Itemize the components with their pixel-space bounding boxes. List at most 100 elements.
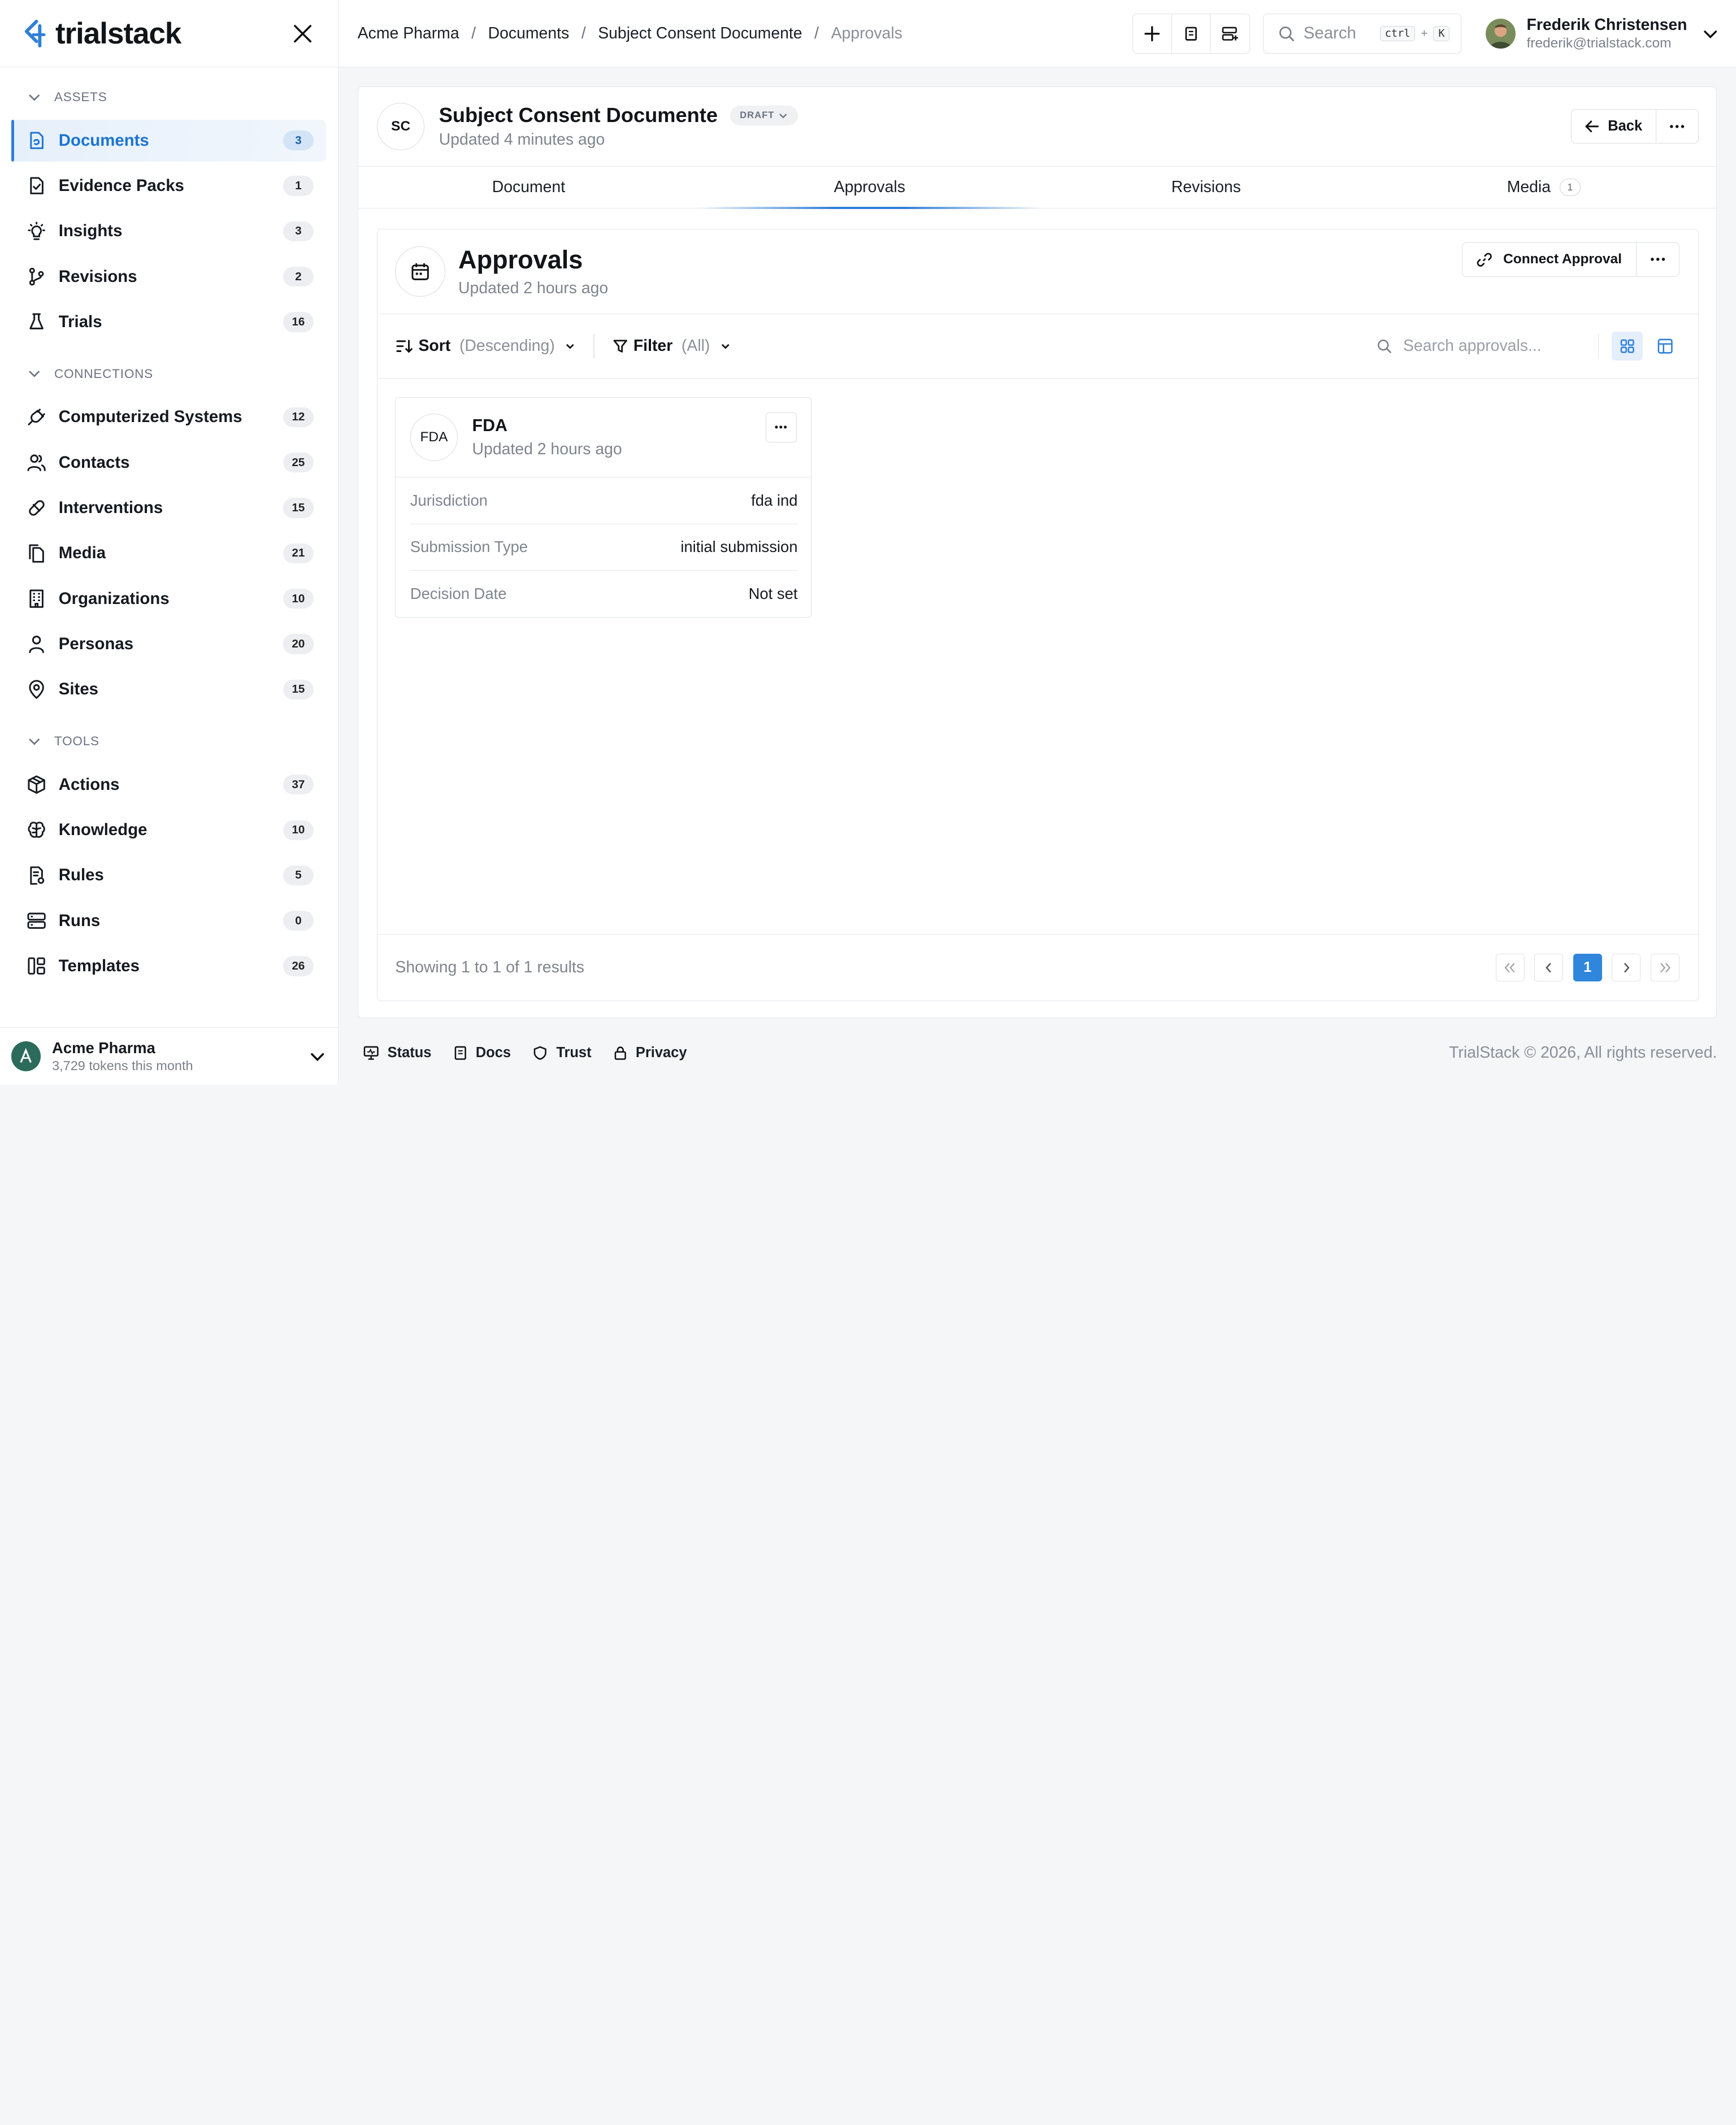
section-toggle-connections[interactable]: CONNECTIONS	[12, 352, 326, 396]
notes-button[interactable]	[1172, 14, 1211, 53]
document-tabs: Document Approvals Revisions Media 1	[358, 167, 1717, 210]
user-menu[interactable]: Frederik Christensen frederik@trialstack…	[1486, 16, 1718, 51]
logo[interactable]: trialstack	[22, 16, 181, 51]
sort-dropdown[interactable]: Sort (Descending)	[396, 337, 576, 355]
status-link[interactable]: Status	[363, 1045, 431, 1061]
back-button[interactable]: Back	[1572, 110, 1656, 144]
sidebar-item-personas[interactable]: Personas 20	[12, 623, 326, 665]
chevron-down-icon	[566, 344, 575, 349]
sidebar-item-actions[interactable]: Actions 37	[12, 764, 326, 806]
field-value: fda ind	[751, 491, 798, 509]
chevron-down-icon	[29, 371, 40, 377]
sidebar-item-rules[interactable]: Rules 5	[12, 854, 326, 896]
close-sidebar-button[interactable]	[289, 20, 316, 47]
building-icon	[25, 588, 47, 610]
sidebar-item-label: Trials	[58, 312, 102, 332]
sidebar-item-label: Interventions	[58, 498, 163, 518]
sidebar-item-label: Rules	[58, 866, 104, 885]
tab-document[interactable]: Document	[358, 167, 699, 208]
breadcrumb-document[interactable]: Subject Consent Documente	[598, 24, 802, 43]
results-summary: Showing 1 to 1 of 1 results	[395, 958, 584, 977]
shield-icon	[533, 1046, 546, 1061]
sidebar: trialstack ASSETS Documents 3 Evidence Pack…	[0, 0, 339, 1085]
last-page-button[interactable]	[1650, 954, 1679, 982]
connect-approval-button[interactable]: Connect Approval	[1462, 243, 1637, 276]
sidebar-item-organizations[interactable]: Organizations 10	[12, 578, 326, 620]
approval-updated: Updated 2 hours ago	[472, 440, 622, 458]
sidebar-header: trialstack	[0, 0, 338, 68]
arrow-left-icon	[1585, 120, 1599, 133]
rules-icon	[25, 864, 47, 886]
sidebar-item-sites[interactable]: Sites 15	[12, 668, 326, 710]
shortcut-plus: +	[1421, 26, 1428, 40]
approvals-search-input[interactable]: Search approvals...	[1377, 337, 1598, 355]
trust-link[interactable]: Trust	[533, 1045, 592, 1061]
chevron-down-icon	[721, 344, 730, 349]
sidebar-item-interventions[interactable]: Interventions 15	[12, 487, 326, 529]
package-icon	[25, 773, 47, 796]
tab-media[interactable]: Media 1	[1372, 167, 1715, 208]
approvals-title: Approvals	[458, 245, 583, 275]
approval-more-button[interactable]	[765, 412, 797, 442]
sidebar-item-templates[interactable]: Templates 26	[12, 945, 326, 987]
book-icon	[454, 1046, 466, 1061]
breadcrumb-documents[interactable]: Documents	[488, 24, 570, 43]
tab-revisions[interactable]: Revisions	[1040, 167, 1372, 208]
sidebar-item-runs[interactable]: Runs 0	[12, 900, 326, 942]
docs-link[interactable]: Docs	[454, 1045, 511, 1061]
field-value: initial submission	[680, 538, 798, 556]
prev-page-button[interactable]	[1534, 954, 1564, 982]
field-decision-date: Decision Date Not set	[410, 571, 798, 617]
sidebar-item-contacts[interactable]: Contacts 25	[12, 442, 326, 484]
section-label: ASSETS	[54, 90, 107, 105]
pill-icon	[25, 497, 47, 519]
sidebar-item-media[interactable]: Media 21	[12, 532, 326, 574]
sidebar-item-label: Insights	[58, 221, 123, 241]
tab-approvals[interactable]: Approvals	[699, 167, 1040, 210]
page-number-button[interactable]: 1	[1573, 954, 1602, 982]
table-view-button[interactable]	[1650, 332, 1681, 360]
trust-link-label: Trust	[556, 1045, 592, 1061]
first-page-button[interactable]	[1495, 954, 1525, 982]
grid-view-button[interactable]	[1612, 332, 1643, 361]
breadcrumb-org[interactable]: Acme Pharma	[358, 24, 459, 43]
document-more-button[interactable]	[1656, 110, 1698, 143]
main-area: Acme Pharma / Documents / Subject Consen…	[338, 0, 1736, 1085]
privacy-link[interactable]: Privacy	[614, 1045, 687, 1061]
approval-card[interactable]: FDA FDA Updated 2 hours ago Jurisdiction…	[395, 397, 811, 618]
sidebar-item-count: 16	[283, 312, 314, 332]
sidebar-item-count: 20	[283, 634, 314, 654]
chevron-down-icon	[29, 94, 40, 101]
search-icon	[1378, 340, 1391, 353]
sidebar-item-revisions[interactable]: Revisions 2	[12, 255, 326, 297]
filter-dropdown[interactable]: Filter (All)	[613, 337, 731, 355]
sidebar-item-knowledge[interactable]: Knowledge 10	[12, 809, 326, 851]
sidebar-item-insights[interactable]: Insights 3	[12, 210, 326, 252]
section-toggle-tools[interactable]: TOOLS	[12, 719, 326, 763]
org-switcher[interactable]: Acme Pharma 3,729 tokens this month	[0, 1027, 338, 1085]
lock-icon	[614, 1046, 626, 1061]
sidebar-nav: ASSETS Documents 3 Evidence Packs 1 Insights 3…	[0, 75, 338, 987]
page-footer: Status Docs Trust Privacy TrialStack © 2…	[338, 1022, 1735, 1085]
document-initials: SC	[377, 102, 425, 150]
document-title: Subject Consent Documente	[439, 103, 718, 127]
sidebar-item-evidence-packs[interactable]: Evidence Packs 1	[12, 165, 326, 207]
field-key: Decision Date	[410, 585, 507, 603]
section-toggle-assets[interactable]: ASSETS	[12, 75, 326, 119]
approvals-more-button[interactable]	[1637, 243, 1678, 276]
chevron-down-icon	[1704, 30, 1717, 38]
tab-label: Approvals	[834, 178, 905, 197]
table-icon	[1657, 338, 1673, 354]
sidebar-item-computerized-systems[interactable]: Computerized Systems 12	[12, 396, 326, 438]
shortcut-key-k: K	[1433, 25, 1450, 41]
servers-button[interactable]	[1210, 14, 1249, 53]
global-search[interactable]: Search ctrl + K	[1263, 13, 1461, 54]
sidebar-item-documents[interactable]: Documents 3	[11, 119, 326, 162]
sidebar-item-count: 5	[283, 865, 314, 886]
chevron-right-icon	[1624, 962, 1630, 973]
create-button[interactable]	[1133, 14, 1172, 53]
status-badge[interactable]: DRAFT	[730, 105, 798, 126]
next-page-button[interactable]	[1612, 954, 1641, 982]
close-icon	[294, 24, 312, 42]
sidebar-item-trials[interactable]: Trials 16	[12, 301, 326, 343]
